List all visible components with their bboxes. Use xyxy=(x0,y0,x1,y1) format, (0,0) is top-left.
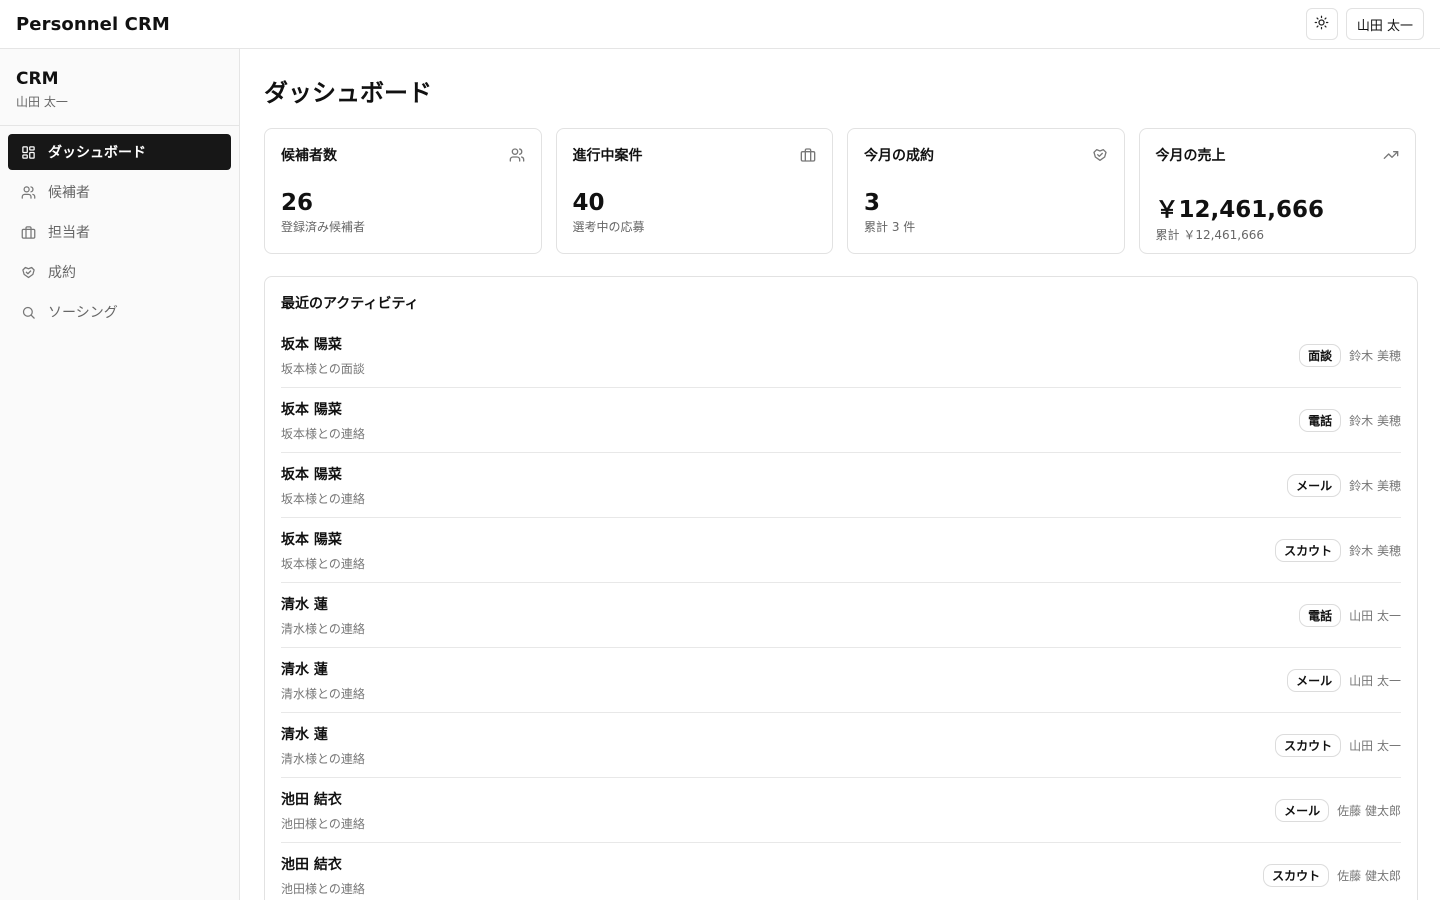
stat-value: 3 xyxy=(864,190,881,216)
recent-activity-card: 最近のアクティビティ 坂本 陽菜 坂本様との面談 面談 鈴木 美穂 坂本 陽菜 … xyxy=(264,276,1418,900)
sidebar-item-candidates[interactable]: 候補者 xyxy=(8,174,231,210)
trending-up-icon xyxy=(1383,147,1399,163)
activity-row[interactable]: 清水 蓮 清水様との連絡 スカウト 山田 太一 xyxy=(281,713,1401,778)
activity-assignee: 佐藤 健太郎 xyxy=(1337,803,1401,818)
sun-icon xyxy=(1314,15,1329,34)
sidebar-brand: CRM 山田 太一 xyxy=(0,49,239,126)
activity-type-badge: メール xyxy=(1287,473,1342,497)
activity-type-badge: スカウト xyxy=(1275,733,1342,757)
activity-row[interactable]: 坂本 陽菜 坂本様との連絡 電話 鈴木 美穂 xyxy=(281,388,1401,453)
activity-assignee: 山田 太一 xyxy=(1349,608,1401,623)
activity-assignee: 鈴木 美穂 xyxy=(1349,348,1401,363)
theme-toggle-button[interactable] xyxy=(1305,8,1338,40)
sidebar-item-deals[interactable]: 成約 xyxy=(8,254,231,290)
activity-type-badge: 面談 xyxy=(1299,343,1342,367)
activity-name: 坂本 陽菜 xyxy=(281,466,342,483)
activity-type-badge: メール xyxy=(1275,798,1330,822)
stat-title: 候補者数 xyxy=(281,148,337,164)
top-bar-actions: 山田 太一 xyxy=(1305,8,1424,40)
activity-row[interactable]: 清水 蓮 清水様との連絡 電話 山田 太一 xyxy=(281,583,1401,648)
sidebar: CRM 山田 太一 ダッシュボード 候補者 担当者 成約 ソーシング xyxy=(0,49,240,900)
sidebar-item-dashboard[interactable]: ダッシュボード xyxy=(8,134,231,170)
activity-description: 坂本様との連絡 xyxy=(281,426,365,441)
activity-name: 池田 結衣 xyxy=(281,791,342,808)
stat-card-candidates: 候補者数 26 登録済み候補者 xyxy=(264,128,542,254)
stat-card-monthly-revenue: 今月の売上 ￥12,461,666 累計 ￥12,461,666 xyxy=(1138,128,1416,254)
stat-title: 今月の成約 xyxy=(864,148,934,164)
activity-assignee: 鈴木 美穂 xyxy=(1349,413,1401,428)
sidebar-item-label: 担当者 xyxy=(48,225,90,241)
stat-card-monthly-deals: 今月の成約 3 累計 3 件 xyxy=(847,128,1125,254)
activity-row[interactable]: 清水 蓮 清水様との連絡 メール 山田 太一 xyxy=(281,648,1401,713)
activity-row[interactable]: 坂本 陽菜 坂本様との連絡 スカウト 鈴木 美穂 xyxy=(281,518,1401,583)
stat-subtitle: 登録済み候補者 xyxy=(281,220,366,234)
briefcase-icon xyxy=(800,147,816,163)
stat-subtitle: 選考中の応募 xyxy=(572,220,645,234)
activity-description: 坂本様との連絡 xyxy=(281,556,365,571)
activity-assignee: 鈴木 美穂 xyxy=(1349,478,1401,493)
stats-row: 候補者数 26 登録済み候補者 進行中案件 40 選考中の応募 今月の成約 3 … xyxy=(264,128,1416,254)
sidebar-item-sourcing[interactable]: ソーシング xyxy=(8,294,231,330)
app-title: Personnel CRM xyxy=(16,13,170,35)
activity-name: 清水 蓮 xyxy=(281,661,328,678)
activity-type-badge: スカウト xyxy=(1275,538,1342,562)
activity-assignee: 鈴木 美穂 xyxy=(1349,543,1401,558)
activity-name: 清水 蓮 xyxy=(281,596,328,613)
activity-row[interactable]: 池田 結衣 池田様との連絡 スカウト 佐藤 健太郎 xyxy=(281,843,1401,900)
sidebar-item-label: 成約 xyxy=(48,265,76,281)
sidebar-item-agents[interactable]: 担当者 xyxy=(8,214,231,250)
brand-name: CRM xyxy=(16,69,59,89)
activity-description: 池田様との連絡 xyxy=(281,881,365,896)
activity-name: 池田 結衣 xyxy=(281,856,342,873)
user-menu-button[interactable]: 山田 太一 xyxy=(1345,8,1424,40)
top-bar: Personnel CRM 山田 太一 xyxy=(0,0,1440,49)
activity-row[interactable]: 坂本 陽菜 坂本様との連絡 メール 鈴木 美穂 xyxy=(281,453,1401,518)
activity-type-badge: 電話 xyxy=(1299,603,1342,627)
activity-name: 清水 蓮 xyxy=(281,726,328,743)
briefcase-icon xyxy=(20,224,36,240)
activity-row[interactable]: 坂本 陽菜 坂本様との面談 面談 鈴木 美穂 xyxy=(281,323,1401,388)
activity-description: 清水様との連絡 xyxy=(281,751,365,766)
activity-description: 坂本様との連絡 xyxy=(281,491,365,506)
activity-description: 清水様との連絡 xyxy=(281,686,365,701)
activity-type-badge: スカウト xyxy=(1263,863,1330,887)
activity-row[interactable]: 池田 結衣 池田様との連絡 メール 佐藤 健太郎 xyxy=(281,778,1401,843)
users-icon xyxy=(509,147,525,163)
sidebar-item-label: 候補者 xyxy=(48,185,90,201)
activity-assignee: 佐藤 健太郎 xyxy=(1337,868,1401,883)
main-content: ダッシュボード 候補者数 26 登録済み候補者 進行中案件 40 選考中の応募 … xyxy=(240,49,1440,900)
stat-title: 進行中案件 xyxy=(572,148,643,164)
stat-subtitle: 累計 3 件 xyxy=(864,220,916,234)
activity-assignee: 山田 太一 xyxy=(1349,673,1401,688)
activity-name: 坂本 陽菜 xyxy=(281,531,342,548)
activity-assignee: 山田 太一 xyxy=(1349,738,1401,753)
search-icon xyxy=(20,304,36,320)
activity-type-badge: メール xyxy=(1287,668,1342,692)
activity-name: 坂本 陽菜 xyxy=(281,336,342,353)
users-icon xyxy=(20,184,36,200)
sidebar-item-label: ソーシング xyxy=(48,305,118,321)
activity-name: 坂本 陽菜 xyxy=(281,401,342,418)
activity-description: 坂本様との面談 xyxy=(281,361,365,376)
stat-value: ￥12,461,666 xyxy=(1155,197,1325,223)
activity-title: 最近のアクティビティ xyxy=(281,296,419,312)
stat-subtitle: 累計 ￥12,461,666 xyxy=(1155,228,1265,242)
handshake-icon xyxy=(20,264,36,280)
sidebar-item-label: ダッシュボード xyxy=(48,145,146,161)
stat-title: 今月の売上 xyxy=(1155,148,1226,164)
handshake-icon xyxy=(1092,147,1108,163)
brand-user: 山田 太一 xyxy=(16,95,68,109)
activity-type-badge: 電話 xyxy=(1299,408,1342,432)
activity-description: 池田様との連絡 xyxy=(281,816,365,831)
dashboard-grid-icon xyxy=(20,144,36,160)
stat-value: 26 xyxy=(281,190,314,216)
stat-card-open-cases: 進行中案件 40 選考中の応募 xyxy=(555,128,833,254)
stat-value: 40 xyxy=(572,190,605,216)
activity-description: 清水様との連絡 xyxy=(281,621,365,636)
sidebar-nav: ダッシュボード 候補者 担当者 成約 ソーシング xyxy=(0,126,239,342)
page-title: ダッシュボード xyxy=(264,79,432,107)
